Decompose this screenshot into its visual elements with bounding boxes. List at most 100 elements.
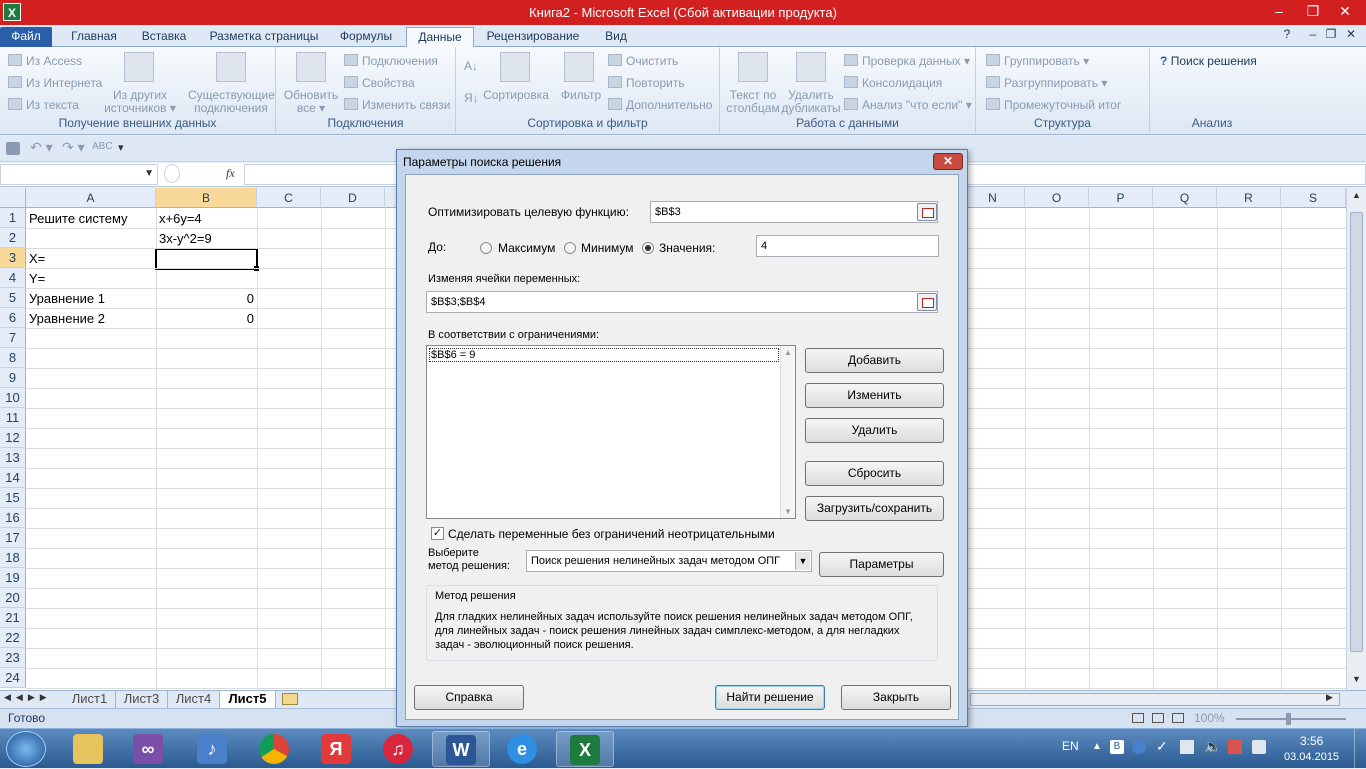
save-icon[interactable] — [6, 142, 20, 155]
solver-button[interactable]: ? Поиск решения — [1160, 54, 1257, 68]
taskbar-chrome[interactable] — [246, 731, 304, 767]
page-layout-view-icon[interactable] — [1152, 713, 1164, 723]
constraints-list[interactable]: $B$6 = 9 ▲ ▼ — [426, 345, 796, 519]
taskbar-yandex[interactable]: Я — [308, 731, 366, 767]
taskbar-ie[interactable]: e — [494, 731, 552, 767]
constraint-item[interactable]: $B$6 = 9 — [429, 348, 779, 362]
close-window-icon[interactable]: ✕ — [1334, 3, 1356, 21]
undo-icon[interactable]: ↶ ▾ — [30, 139, 53, 156]
sheet-tab-1[interactable]: Лист1 — [64, 691, 116, 708]
row-header[interactable]: 4 — [0, 268, 26, 288]
cell-b5[interactable]: 0 — [156, 289, 257, 309]
scroll-down-icon[interactable]: ▼ — [784, 507, 792, 516]
clock-time[interactable]: 3:56 — [1300, 734, 1323, 748]
zoom-level[interactable]: 100% — [1194, 711, 1225, 725]
row-header[interactable]: 6 — [0, 308, 26, 328]
tab-view[interactable]: Вид — [596, 27, 636, 47]
dialog-close-icon[interactable]: ✕ — [933, 153, 963, 170]
remove-duplicates-button[interactable]: Удалить дубликаты — [780, 89, 842, 115]
select-all-corner[interactable] — [0, 188, 26, 208]
row-header[interactable]: 16 — [0, 508, 26, 528]
radio-min[interactable] — [564, 242, 576, 254]
network-icon[interactable] — [1180, 740, 1194, 754]
name-box[interactable]: ▼ — [0, 164, 158, 185]
tab-file[interactable]: Файл — [0, 27, 52, 47]
spelling-icon[interactable]: ABC — [92, 141, 113, 152]
column-header-q[interactable]: Q — [1153, 188, 1217, 208]
cell-b1[interactable]: x+6y=4 — [156, 209, 205, 229]
row-header[interactable]: 18 — [0, 548, 26, 568]
help-icon[interactable]: ? — [1276, 26, 1298, 44]
objective-range-picker-icon[interactable] — [917, 203, 937, 221]
row-header[interactable]: 10 — [0, 388, 26, 408]
language-indicator[interactable]: EN — [1062, 739, 1079, 753]
changing-range-picker-icon[interactable] — [917, 293, 937, 311]
scroll-up-icon[interactable]: ▲ — [784, 348, 792, 357]
ungroup-button[interactable]: Разгруппировать ▾ — [986, 76, 1107, 90]
row-header[interactable]: 8 — [0, 348, 26, 368]
taskbar-word[interactable]: W — [432, 731, 490, 767]
insert-function-icon[interactable]: fx — [226, 166, 235, 181]
scroll-up-icon[interactable]: ▲ — [1349, 190, 1364, 204]
options-button[interactable]: Параметры — [819, 552, 944, 577]
row-header[interactable]: 12 — [0, 428, 26, 448]
row-header[interactable]: 13 — [0, 448, 26, 468]
taskbar-visual-studio[interactable]: ∞ — [120, 731, 178, 767]
change-constraint-button[interactable]: Изменить — [805, 383, 944, 408]
from-other-sources-button[interactable]: Из других источников ▾ — [100, 89, 180, 115]
advanced-button[interactable]: Дополнительно — [608, 98, 712, 112]
cell-a6[interactable]: Уравнение 2 — [26, 309, 108, 329]
redo-icon[interactable]: ↷ ▾ — [62, 139, 85, 156]
nonneg-checkbox[interactable]: ✓ — [431, 527, 444, 540]
add-constraint-button[interactable]: Добавить — [805, 348, 944, 373]
sheet-tab-4[interactable]: Лист4 — [168, 691, 220, 708]
scroll-right-icon[interactable]: ▶ — [1326, 692, 1333, 703]
from-access-button[interactable]: Из Access — [8, 54, 82, 68]
row-header[interactable]: 14 — [0, 468, 26, 488]
column-header-c[interactable]: C — [257, 188, 321, 208]
what-if-button[interactable]: Анализ "что если" ▾ — [844, 98, 972, 112]
column-header-o[interactable]: O — [1025, 188, 1089, 208]
horizontal-scrollbar[interactable] — [970, 693, 1340, 706]
tab-page-layout[interactable]: Разметка страницы — [202, 27, 326, 47]
group-button[interactable]: Группировать ▾ — [986, 54, 1089, 68]
start-button-icon[interactable] — [6, 731, 46, 767]
insert-sheet-icon[interactable] — [282, 693, 298, 705]
taskbar-explorer[interactable] — [60, 731, 118, 767]
vertical-scrollbar[interactable]: ▲ ▼ — [1346, 188, 1366, 690]
row-header[interactable]: 22 — [0, 628, 26, 648]
filter-button[interactable]: Фильтр — [556, 89, 606, 102]
flag-icon[interactable] — [1228, 740, 1242, 754]
column-header-b[interactable]: B — [156, 188, 257, 208]
page-break-view-icon[interactable] — [1172, 713, 1184, 723]
load-save-button[interactable]: Загрузить/сохранить — [805, 496, 944, 521]
tray-expand-icon[interactable]: ▲ — [1092, 741, 1102, 752]
vk-tray-icon[interactable]: B — [1110, 740, 1124, 754]
column-header-s[interactable]: S — [1281, 188, 1346, 208]
column-header-d[interactable]: D — [321, 188, 385, 208]
column-header-a[interactable]: A — [26, 188, 156, 208]
row-header[interactable]: 24 — [0, 668, 26, 688]
formula-expand-icon[interactable] — [164, 164, 180, 183]
row-header[interactable]: 20 — [0, 588, 26, 608]
help-button[interactable]: Справка — [414, 685, 524, 710]
cell-a4[interactable]: Y= — [26, 269, 48, 289]
data-validation-button[interactable]: Проверка данных ▾ — [844, 54, 970, 68]
sheet-tab-5[interactable]: Лист5 — [220, 691, 276, 708]
minimize-icon[interactable]: – — [1268, 3, 1290, 21]
taskbar-media[interactable]: ♪ — [184, 731, 242, 767]
properties-button[interactable]: Свойства — [344, 76, 415, 90]
cell-b6[interactable]: 0 — [156, 309, 257, 329]
show-desktop-button[interactable] — [1354, 729, 1366, 769]
sort-az-icon[interactable]: A↓ — [464, 59, 478, 73]
row-header[interactable]: 21 — [0, 608, 26, 628]
column-header-n[interactable]: N — [961, 188, 1025, 208]
row-header[interactable]: 7 — [0, 328, 26, 348]
edit-links-button[interactable]: Изменить связи — [344, 98, 450, 112]
battery-icon[interactable] — [1252, 740, 1266, 754]
consolidate-button[interactable]: Консолидация — [844, 76, 942, 90]
from-web-button[interactable]: Из Интернета — [8, 76, 102, 90]
row-header[interactable]: 15 — [0, 488, 26, 508]
tab-home[interactable]: Главная — [62, 27, 126, 47]
taskbar-itunes[interactable]: ♫ — [370, 731, 428, 767]
